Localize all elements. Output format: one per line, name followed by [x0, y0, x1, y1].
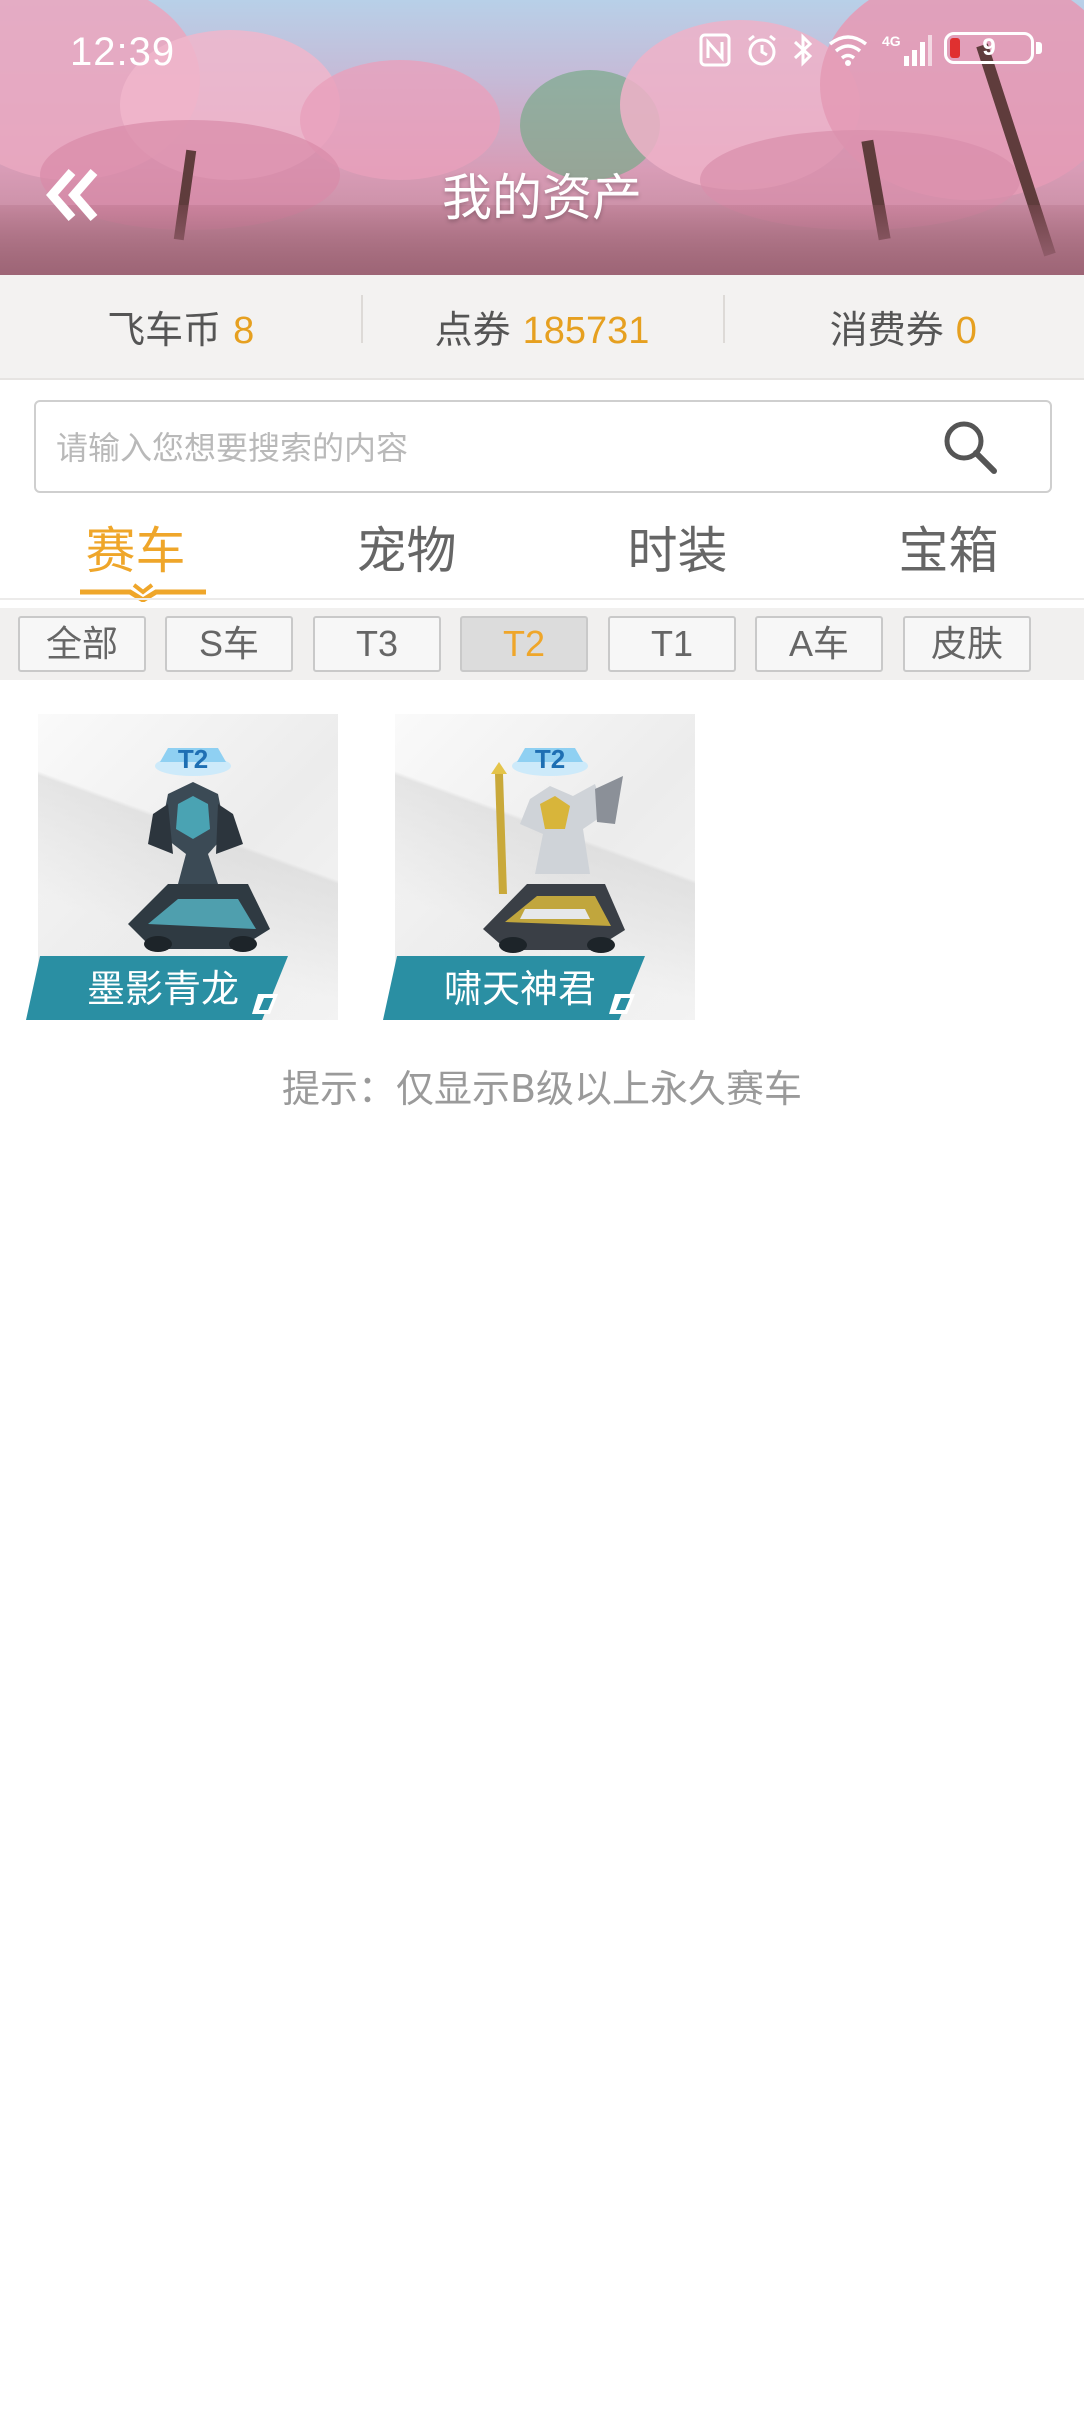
- car-image: T2: [483, 744, 625, 953]
- hint-text: 提示：仅显示B级以上永久赛车: [281, 1067, 803, 1111]
- tab-cars-label: 赛车: [85, 522, 186, 580]
- balance-vouchers-label: 消费券: [829, 308, 944, 352]
- nfc-icon: [699, 33, 731, 67]
- battery-level-text: 9: [982, 34, 996, 61]
- tab-chests-label: 宝箱: [898, 522, 999, 580]
- balance-coins-value: 8: [233, 310, 255, 352]
- tab-chests[interactable]: 宝箱: [813, 510, 1084, 600]
- balance-bar: 飞车币 8 点券 185731 消费券 0: [0, 275, 1084, 380]
- tier-badge-icon: T2: [155, 744, 231, 776]
- status-bar: 12:39 4G 9: [0, 0, 1084, 112]
- balance-points-label: 点券: [434, 308, 511, 352]
- tab-cars[interactable]: 赛车: [0, 510, 271, 602]
- status-icons: 4G 9: [698, 32, 1044, 68]
- svg-text:4G: 4G: [882, 33, 901, 49]
- filter-t1[interactable]: T1: [608, 616, 736, 672]
- car-image: T2: [128, 744, 270, 952]
- svg-text:T2: T2: [535, 744, 565, 774]
- balance-coins: 飞车币 8: [0, 299, 361, 354]
- alarm-icon: [748, 34, 776, 66]
- search-button[interactable]: [940, 417, 1000, 477]
- car-name: 墨影青龙: [86, 967, 239, 1011]
- status-time: 12:39: [70, 30, 176, 74]
- filter-skins[interactable]: 皮肤: [903, 616, 1031, 672]
- car-card[interactable]: T2 墨影青龙: [26, 714, 338, 1020]
- filter-t2[interactable]: T2: [460, 616, 588, 672]
- page-title: 我的资产: [442, 169, 642, 227]
- bluetooth-icon: [793, 33, 813, 67]
- tab-pets[interactable]: 宠物: [271, 510, 542, 600]
- balance-points-value: 185731: [522, 310, 650, 352]
- tab-outfits[interactable]: 时装: [542, 510, 813, 600]
- search-icon: [944, 421, 997, 474]
- header: 12:39 4G 9 我的资产: [0, 0, 1084, 275]
- tier-badge-icon: T2: [512, 744, 588, 776]
- signal-icon: 4G: [882, 33, 932, 66]
- battery-icon: 9: [944, 32, 1044, 68]
- car-card[interactable]: T2 啸天神君: [383, 714, 695, 1020]
- filter-a-car[interactable]: A车: [755, 616, 883, 672]
- tab-pets-label: 宠物: [356, 522, 457, 580]
- tab-outfits-label: 时装: [627, 522, 728, 580]
- filter-row: 全部 S车 T3 T2 T1 A车 皮肤: [0, 608, 1084, 680]
- svg-text:T2: T2: [178, 744, 208, 774]
- search-input[interactable]: [54, 402, 918, 493]
- balance-vouchers-value: 0: [955, 310, 977, 352]
- balance-vouchers: 消费券 0: [722, 295, 1084, 354]
- balance-coins-label: 飞车币: [107, 308, 222, 352]
- car-name: 啸天神君: [443, 967, 596, 1011]
- tab-divider: [0, 598, 1084, 600]
- wifi-icon: [828, 35, 868, 66]
- filter-s-car[interactable]: S车: [165, 616, 293, 672]
- balance-points: 点券 185731: [361, 295, 722, 354]
- search-box: [34, 400, 1052, 493]
- category-tabs: 赛车 宠物 时装 宝箱: [0, 510, 1084, 602]
- filter-t3[interactable]: T3: [313, 616, 441, 672]
- filter-all[interactable]: 全部: [18, 616, 146, 672]
